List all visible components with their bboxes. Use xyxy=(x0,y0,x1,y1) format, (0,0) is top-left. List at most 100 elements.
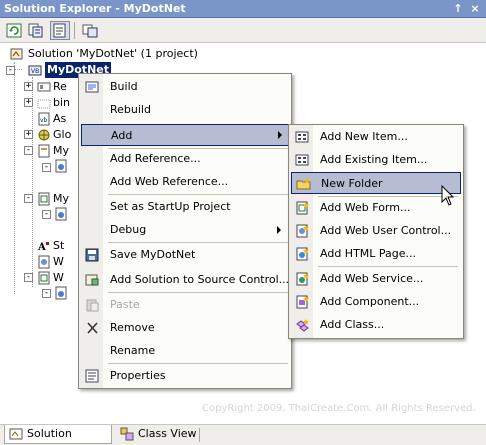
solution-icon xyxy=(10,48,23,60)
menu-separator xyxy=(108,363,288,364)
tree-guide-line xyxy=(32,77,33,287)
close-icon[interactable]: × xyxy=(468,2,482,16)
component-icon xyxy=(296,295,309,309)
submenu-item-add-class[interactable]: Add Class... xyxy=(291,314,461,336)
assembly-info-icon: vb xyxy=(38,112,50,126)
menu-label: Add Component... xyxy=(320,295,420,308)
toolbar xyxy=(0,18,486,43)
menu-item-add-reference[interactable]: Add Reference... xyxy=(81,148,289,170)
menu-label: Paste xyxy=(110,298,140,311)
menu-item-debug[interactable]: Debug xyxy=(81,219,289,241)
html-page-icon xyxy=(296,247,309,261)
properties-icon xyxy=(85,369,99,383)
expander-bin[interactable]: + xyxy=(24,98,33,107)
menu-label: Build xyxy=(110,80,138,93)
web-form-file-icon xyxy=(38,271,50,285)
folder-icon xyxy=(37,99,51,109)
menu-label: Debug xyxy=(110,223,147,236)
menu-label: Properties xyxy=(110,369,166,382)
menu-item-add-source-control[interactable]: Add Solution to Source Control... xyxy=(81,269,289,291)
menu-item-add-web-reference[interactable]: Add Web Reference... xyxy=(81,171,289,193)
bottom-tab-strip: Solution Explorer Class View xyxy=(0,424,486,445)
submenu-item-add-component[interactable]: Add Component... xyxy=(291,291,461,313)
submenu-item-add-web-form[interactable]: Add Web Form... xyxy=(291,197,461,219)
expander-web2[interactable]: - xyxy=(24,273,33,282)
paste-icon xyxy=(86,299,99,312)
expander-my2[interactable]: - xyxy=(24,194,33,203)
tree-label: As xyxy=(53,112,67,125)
tab-solution-explorer[interactable]: Solution Explorer xyxy=(4,425,112,444)
tree-item-styles[interactable]: St xyxy=(53,238,64,254)
tab-label: Class View xyxy=(138,427,197,440)
submenu-item-add-web-user-control[interactable]: Add Web User Control... xyxy=(291,220,461,242)
tree-item-bin[interactable]: bin xyxy=(53,95,70,111)
tree-item-my1[interactable]: My xyxy=(53,143,69,159)
menu-separator xyxy=(108,242,288,243)
expander-global[interactable]: + xyxy=(24,130,33,139)
web-form-file-icon xyxy=(38,144,50,158)
build-icon xyxy=(85,81,99,93)
toolbar-separator xyxy=(74,22,75,39)
menu-label: Add Web Service... xyxy=(320,272,424,285)
submenu-item-add-web-service[interactable]: Add Web Service... xyxy=(291,268,461,290)
expander-references[interactable]: + xyxy=(24,82,33,91)
copy-web-project-button[interactable] xyxy=(80,21,100,40)
menu-item-add[interactable]: Add xyxy=(81,124,289,146)
solution-explorer-icon xyxy=(9,428,23,440)
menu-separator xyxy=(318,266,458,267)
menu-item-set-startup[interactable]: Set as StartUp Project xyxy=(81,196,289,218)
tree-item-global[interactable]: Glo xyxy=(53,127,71,143)
menu-item-build[interactable]: Build xyxy=(81,76,289,98)
tree-label: bin xyxy=(53,96,71,109)
tree-label: Glo xyxy=(53,128,72,141)
menu-label: Add Class... xyxy=(320,318,385,331)
menu-item-rebuild[interactable]: Rebuild xyxy=(81,99,289,121)
tree-label: My xyxy=(53,144,70,157)
svg-text:VB: VB xyxy=(31,68,39,75)
submenu-arrow-icon xyxy=(277,226,281,234)
tree-label: My xyxy=(53,192,70,205)
menu-label: Rebuild xyxy=(110,103,151,116)
tree-item-web1[interactable]: W xyxy=(53,254,64,270)
new-item-icon xyxy=(295,131,309,143)
tree-item-assemblyinfo[interactable]: As xyxy=(53,111,66,127)
submenu-arrow-icon xyxy=(278,131,282,139)
expander-my1[interactable]: - xyxy=(24,146,33,155)
class-view-icon xyxy=(120,427,134,441)
source-control-icon xyxy=(85,274,99,286)
properties-button[interactable] xyxy=(50,21,70,40)
expander-my1-child[interactable]: - xyxy=(42,163,51,172)
tab-class-view[interactable]: Class View xyxy=(116,425,198,444)
refresh-button[interactable] xyxy=(4,21,24,40)
tab-separator xyxy=(199,428,200,442)
show-all-files-button[interactable] xyxy=(26,21,46,40)
menu-item-paste[interactable]: Paste xyxy=(81,294,289,316)
submenu-item-add-existing-item[interactable]: Add Existing Item... xyxy=(291,149,461,171)
tree-item-web2[interactable]: W xyxy=(53,270,64,286)
class-icon xyxy=(296,319,309,332)
code-file-icon xyxy=(55,159,67,173)
web-form-icon xyxy=(296,201,309,215)
tree-item-references[interactable]: Re xyxy=(53,79,67,95)
tree-item-my2[interactable]: My xyxy=(53,191,69,207)
expander-my2-child[interactable]: - xyxy=(42,210,51,219)
menu-label: Add Web User Control... xyxy=(320,224,452,237)
menu-item-remove[interactable]: Remove xyxy=(81,317,289,339)
refresh-icon xyxy=(6,23,22,38)
submenu-item-new-folder[interactable]: New Folder xyxy=(291,172,461,194)
submenu-item-add-html-page[interactable]: Add HTML Page... xyxy=(291,243,461,265)
style-file-icon: A xyxy=(37,242,49,253)
pin-icon[interactable]: ↑ xyxy=(451,2,465,16)
submenu-item-add-new-item[interactable]: Add New Item... xyxy=(291,126,461,148)
web-form-file-icon xyxy=(38,192,50,206)
menu-label: New Folder xyxy=(321,177,383,190)
expander-web2-child[interactable]: - xyxy=(42,289,51,298)
expander-project[interactable]: - xyxy=(6,66,15,75)
menu-label: Rename xyxy=(110,344,156,357)
menu-item-save[interactable]: Save MyDotNet xyxy=(81,244,289,266)
menu-label: Save MyDotNet xyxy=(110,248,196,261)
menu-item-properties[interactable]: Properties xyxy=(81,365,289,387)
existing-item-icon xyxy=(295,154,309,166)
menu-label: Add New Item... xyxy=(320,130,408,143)
menu-item-rename[interactable]: Rename xyxy=(81,340,289,362)
